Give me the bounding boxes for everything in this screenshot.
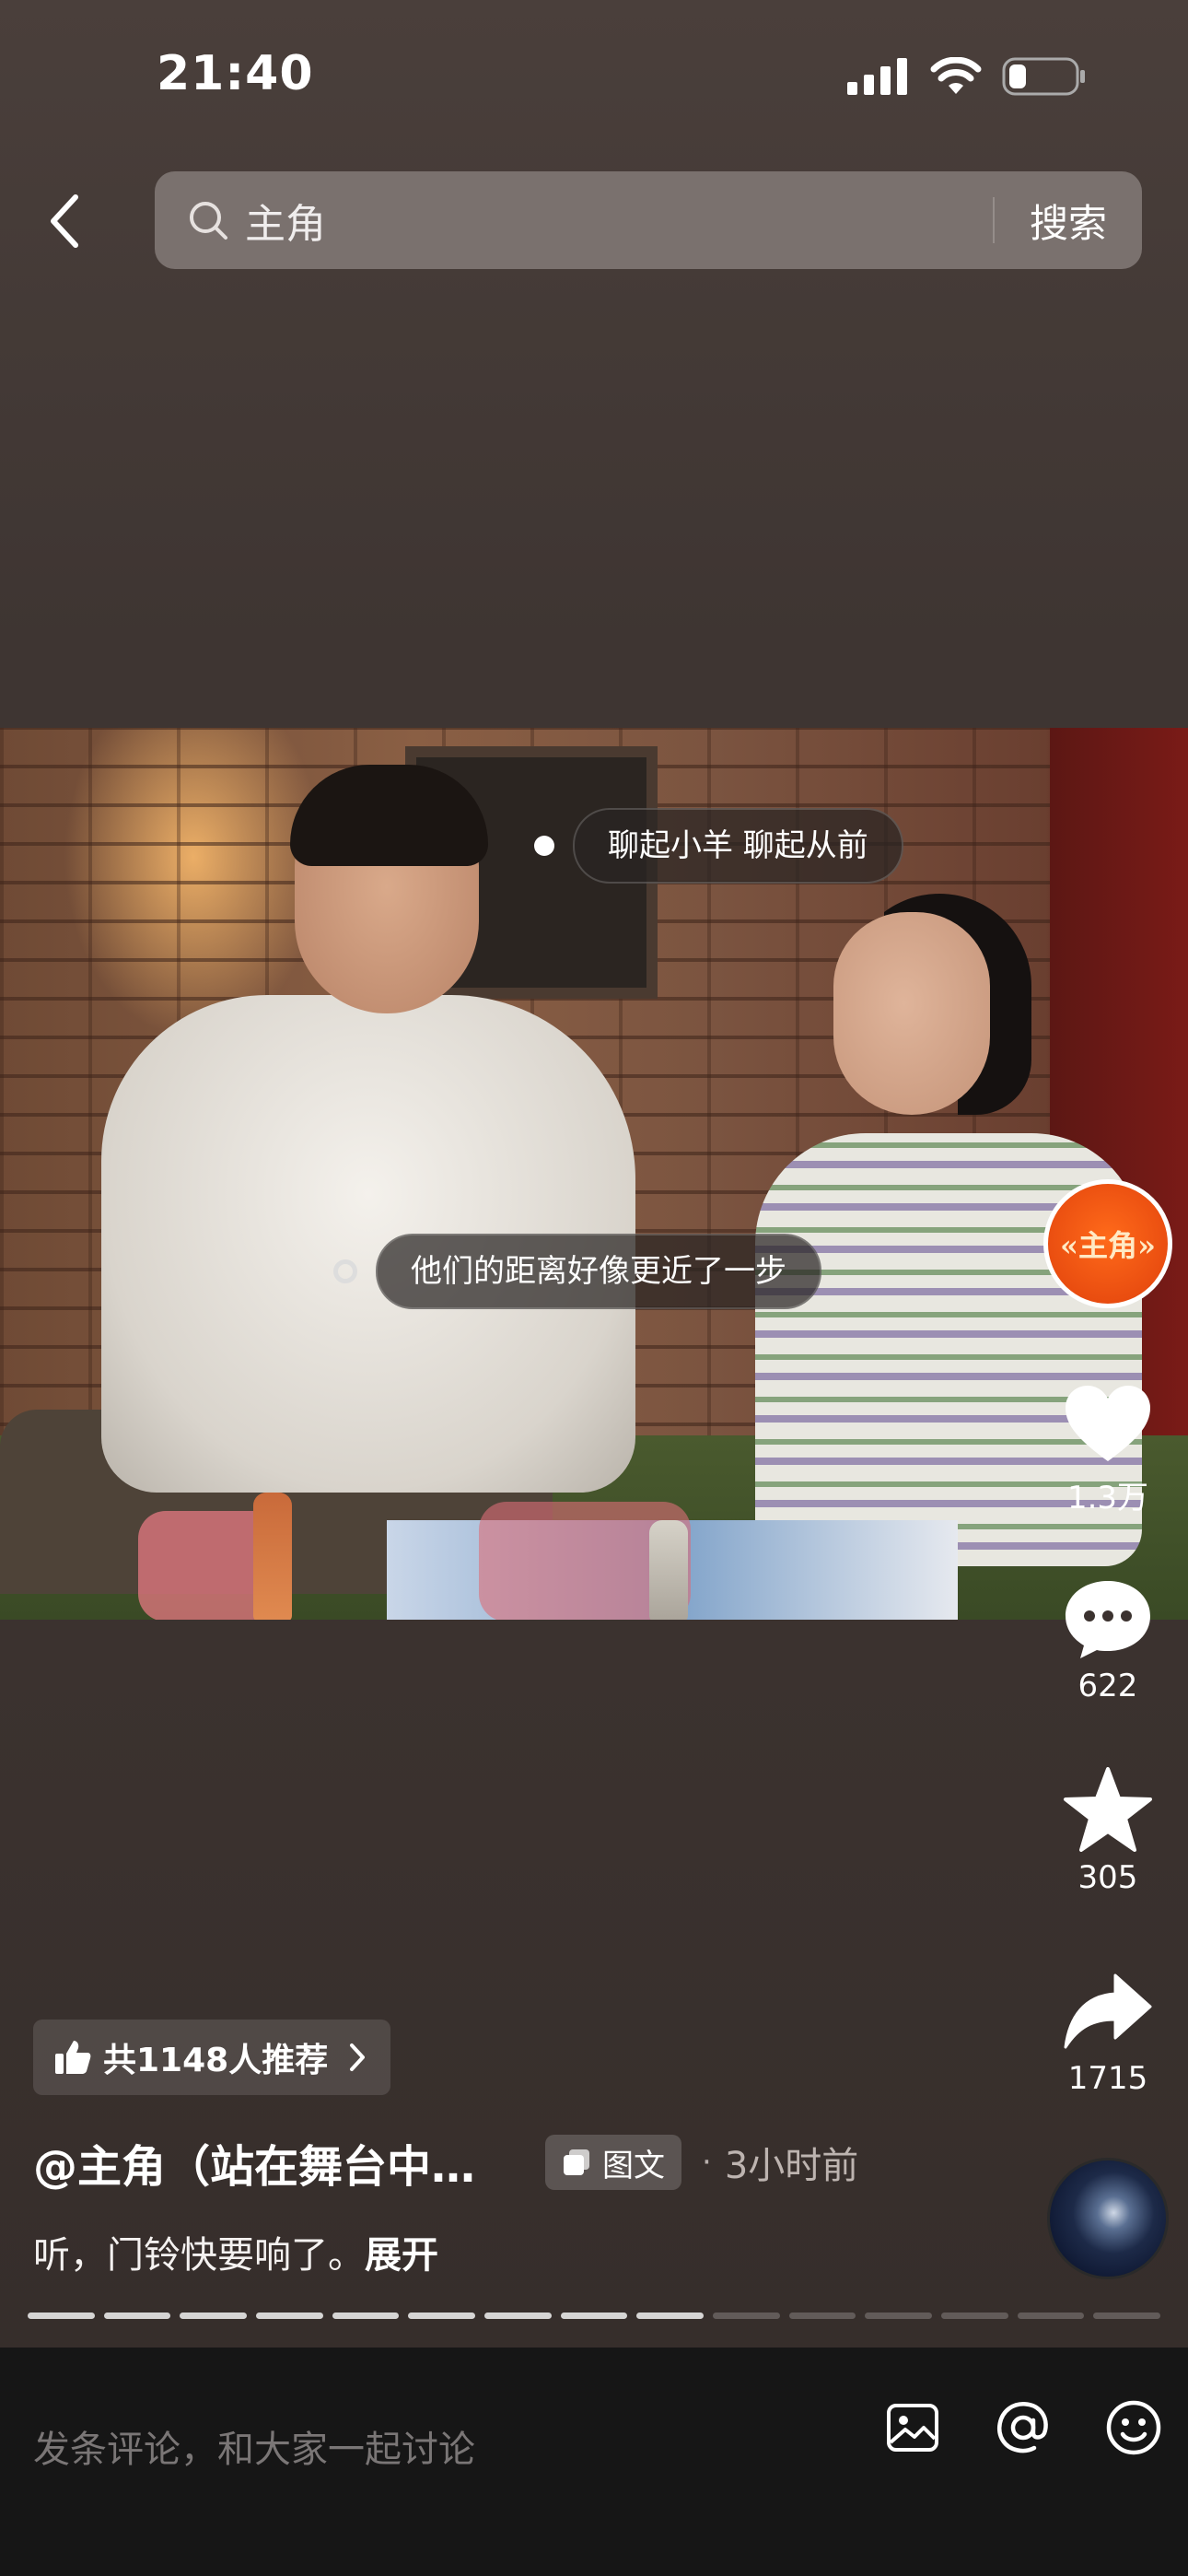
progress-segment: [332, 2313, 400, 2319]
favorite-button[interactable]: 305: [1050, 1767, 1166, 1896]
post-type-label: 图文: [602, 2147, 665, 2184]
share-count: 1715: [1067, 2060, 1148, 2097]
progress-segment: [941, 2313, 1008, 2319]
woman-face: [833, 912, 990, 1115]
comment-bar: 发条评论，和大家一起讨论: [0, 2348, 1188, 2576]
status-icons: [847, 57, 1087, 96]
post-image[interactable]: 聊起小羊 聊起从前 他们的距离好像更近了一步: [0, 728, 1188, 1620]
like-button[interactable]: 1.3万: [1050, 1382, 1166, 1517]
progress-segment: [408, 2313, 476, 2319]
image-icon: [887, 2404, 938, 2452]
progress-segment: [1093, 2313, 1161, 2319]
soda-bottle: [649, 1520, 688, 1620]
chevron-left-icon: [51, 194, 78, 248]
author-avatar-logo-text: «主角»: [1059, 1228, 1156, 1263]
chevron-right-icon: [350, 2043, 366, 2071]
recommend-label: 共1148人推荐: [103, 2042, 329, 2079]
wifi-icon: [930, 57, 982, 94]
progress-segment: [713, 2313, 780, 2319]
search-input[interactable]: 主角: [245, 191, 993, 250]
comment-button[interactable]: 622: [1050, 1577, 1166, 1704]
tag-dot: [534, 836, 554, 856]
comment-input[interactable]: 发条评论，和大家一起讨论: [33, 2419, 475, 2473]
comment-tools: [880, 2395, 1166, 2460]
post-time: 3小时前: [724, 2145, 859, 2187]
music-disc[interactable]: [1047, 2158, 1169, 2279]
progress-segment: [788, 2313, 856, 2319]
author-name[interactable]: @主角（站在舞台中…: [33, 2130, 512, 2195]
soda-bottle: [253, 1493, 292, 1620]
share-button[interactable]: 1715: [1050, 1970, 1166, 2097]
progress-segment: [256, 2313, 323, 2319]
mention-button[interactable]: [991, 2395, 1055, 2460]
search-icon: [190, 202, 227, 240]
author-line: @主角（站在舞台中… 图文 · 3小时前: [33, 2130, 858, 2195]
image-picker-button[interactable]: [880, 2395, 945, 2460]
progress-segment: [1017, 2313, 1085, 2319]
recommend-chip[interactable]: 共1148人推荐: [33, 2020, 391, 2095]
photo-tag[interactable]: 他们的距离好像更近了一步: [333, 1234, 821, 1309]
caption-text: 听，门铃快要响了。: [33, 2234, 365, 2277]
meta-separator: ·: [702, 2144, 712, 2181]
comment-count: 622: [1077, 1668, 1138, 1704]
progress-segment: [865, 2313, 933, 2319]
photo-tag-label: 聊起小羊 聊起从前: [573, 808, 903, 884]
post-type-badge: 图文: [545, 2135, 681, 2190]
comment-bubble-icon: [1066, 1581, 1150, 1658]
expand-button[interactable]: 展开: [365, 2234, 438, 2277]
emoji-button[interactable]: [1101, 2395, 1166, 2460]
thumbs-up-icon: [55, 2041, 91, 2074]
progress-segment: [484, 2313, 552, 2319]
post-viewer-screen: 21:40 主角 搜索 聊起小羊 聊起从前 他们的距离好像更近了一步 «主角» …: [0, 0, 1188, 2576]
photo-tag[interactable]: 聊起小羊 聊起从前: [534, 808, 903, 884]
search-button[interactable]: 搜索: [995, 193, 1142, 249]
search-bar[interactable]: 主角 搜索: [155, 171, 1142, 269]
post-caption: 听，门铃快要响了。展开: [33, 2225, 438, 2278]
share-arrow-icon: [1064, 1973, 1152, 2049]
image-text-icon: [564, 2149, 589, 2175]
progress-segment: [28, 2313, 95, 2319]
photo-tag-label: 他们的距离好像更近了一步: [376, 1234, 821, 1309]
progress-segment: [180, 2313, 248, 2319]
signal-icon: [847, 58, 907, 95]
back-button[interactable]: [37, 184, 92, 258]
tag-dot: [333, 1259, 357, 1283]
heart-icon: [1066, 1386, 1150, 1461]
image-progress-indicator: [28, 2313, 1161, 2319]
smiley-icon: [1106, 2400, 1161, 2455]
progress-segment: [560, 2313, 628, 2319]
battery-icon: [1002, 57, 1085, 96]
at-sign-icon: [996, 2402, 1048, 2453]
like-count: 1.3万: [1066, 1480, 1149, 1516]
author-avatar[interactable]: «主角»: [1043, 1179, 1172, 1308]
favorite-count: 305: [1077, 1859, 1138, 1896]
star-icon: [1064, 1767, 1152, 1852]
progress-segment: [636, 2313, 705, 2319]
status-time: 21:40: [157, 46, 314, 101]
progress-segment: [103, 2313, 171, 2319]
